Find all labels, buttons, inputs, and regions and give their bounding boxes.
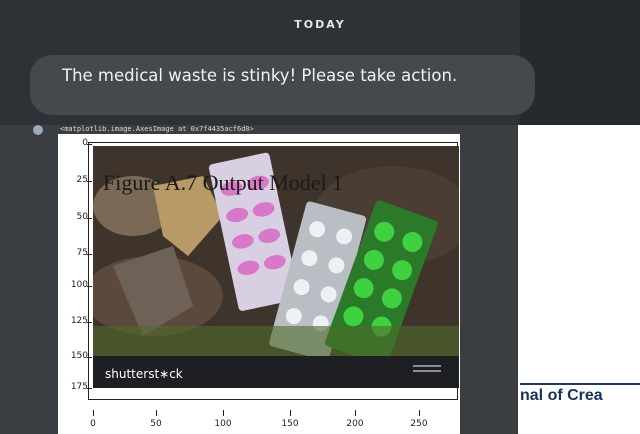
- output-repr: <matplotlib.image.AxesImage at 0x7f4435a…: [60, 125, 254, 133]
- x-tick-label: 0: [78, 410, 108, 429]
- journal-divider: [520, 383, 640, 385]
- y-tick-label: 75: [60, 248, 92, 258]
- message-bubble[interactable]: The medical waste is stinky! Please take…: [30, 55, 535, 115]
- y-tick-label: 25: [60, 175, 92, 185]
- stock-watermark: shutterst∗ck: [105, 367, 183, 381]
- y-tick-label: 175: [60, 382, 92, 392]
- y-tick-label: 125: [60, 316, 92, 326]
- stock-fineprint: [413, 365, 441, 377]
- stock-watermark-strip: shutterst∗ck: [93, 356, 459, 388]
- chat-screen: TODAY The medical waste is stinky! Pleas…: [0, 0, 640, 125]
- x-tick-label: 150: [275, 410, 305, 429]
- x-tick-label: 250: [404, 410, 434, 429]
- figure-caption: Figure A.7 Output Model 1: [103, 170, 344, 195]
- date-header: TODAY: [294, 18, 346, 31]
- journal-title-fragment: nal of Crea: [520, 387, 603, 404]
- avatar: [33, 125, 43, 135]
- y-tick-label: 50: [60, 212, 92, 222]
- y-tick-label: 100: [60, 280, 92, 290]
- y-tick-label: 150: [60, 351, 92, 361]
- message-text: The medical waste is stinky! Please take…: [62, 66, 458, 85]
- x-tick-label: 200: [340, 410, 370, 429]
- x-tick-label: 100: [208, 410, 238, 429]
- x-tick-label: 50: [141, 410, 171, 429]
- y-tick-label: 0: [60, 138, 92, 148]
